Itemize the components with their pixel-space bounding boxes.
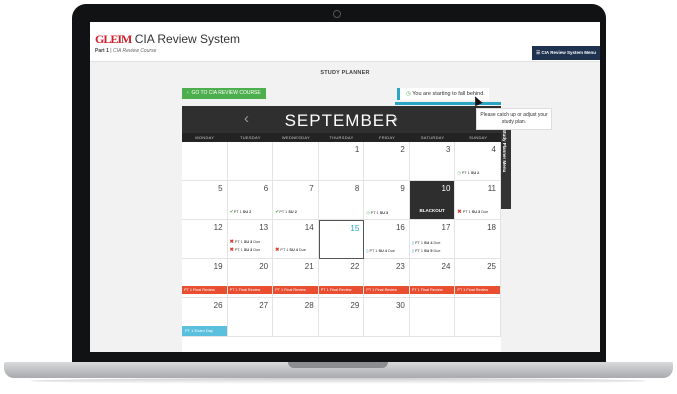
- x-icon: ✖: [457, 209, 462, 215]
- day-cell[interactable]: [182, 142, 228, 181]
- final-review-band[interactable]: PT 1 Final Review: [318, 286, 364, 294]
- day-cell[interactable]: 9 ◷ PT 1 SU 3: [364, 181, 410, 220]
- month-title: SEPTEMBER: [284, 111, 399, 130]
- calendar-grid: 1 2 3 4 ◷ PT 1 SU 2 5 6 ✔PT 1 SU 2 7 ✔PT…: [182, 142, 501, 337]
- day-cell[interactable]: 2: [364, 142, 410, 181]
- weekday-label: WEDNESDAY: [281, 135, 311, 140]
- final-review-band[interactable]: PT 1 Final Review: [455, 286, 500, 294]
- weekday-label: TUESDAY: [240, 135, 261, 140]
- document-icon: ▯: [411, 241, 414, 245]
- calendar-event[interactable]: ✔PT 1 SU 2: [275, 209, 297, 215]
- calendar-event[interactable]: ✖ PT 1 SU 3 Due: [230, 247, 261, 253]
- calendar-event[interactable]: ✖ PT 1 SU 3 Due: [457, 209, 488, 215]
- weekday-label: THURSDAY: [329, 135, 354, 140]
- study-planner-menu-tab[interactable]: Study Planner Menu: [501, 123, 511, 209]
- day-cell[interactable]: 24 PT 1 Final Review: [409, 259, 456, 298]
- weekday-label: SUNDAY: [469, 135, 488, 140]
- day-cell-blackout[interactable]: 10 BLACKOUT: [409, 181, 456, 220]
- gleim-logo: GLEIM: [95, 32, 132, 46]
- calendar-event[interactable]: ◷ PT 1 SU 3: [366, 210, 388, 215]
- next-month-button[interactable]: ›: [393, 110, 398, 127]
- review-system-menu-button[interactable]: ☰ CIA Review System Menu: [532, 46, 600, 60]
- clock-icon: ◷: [406, 91, 411, 97]
- weekday-label: MONDAY: [195, 135, 215, 140]
- calendar-event[interactable]: ▯ PT 1 SU 5 Due: [412, 248, 441, 253]
- final-review-band[interactable]: PT 1 Final Review: [182, 286, 227, 294]
- calendar-event[interactable]: ▯ PT 1 SU 4 Due: [412, 240, 441, 245]
- part-label: Part 1: [95, 48, 109, 54]
- calendar-event[interactable]: ✖ PT 1 SU 4 Due: [275, 247, 306, 253]
- day-cell[interactable]: 1: [318, 142, 365, 181]
- webcam: [333, 10, 341, 18]
- day-cell[interactable]: 6 ✔PT 1 SU 2: [227, 181, 274, 220]
- page-title: STUDY PLANNER: [320, 70, 370, 76]
- clock-icon: ◷: [366, 211, 370, 215]
- app-title: CIA Review System: [134, 32, 241, 46]
- day-cell[interactable]: 14 ✖ PT 1 SU 4 Due: [273, 220, 319, 259]
- calendar: ‹ SEPTEMBER › MONDAY TUESDAY WEDNESDAY T…: [182, 106, 501, 352]
- day-cell[interactable]: [409, 298, 456, 337]
- alert-tooltip: Please catch up or adjust your study pla…: [476, 108, 552, 130]
- document-icon: ▯: [411, 249, 414, 253]
- day-cell[interactable]: 23 PT 1 Final Review: [364, 259, 410, 298]
- x-icon: ✖: [229, 239, 234, 245]
- weekday-label: SATURDAY: [420, 135, 445, 140]
- go-to-course-button[interactable]: ‹ GO TO CIA REVIEW COURSE: [182, 88, 266, 99]
- laptop-shadow: [30, 378, 647, 384]
- x-icon: ✖: [229, 247, 234, 253]
- day-cell[interactable]: 7 ✔PT 1 SU 2: [273, 181, 319, 220]
- day-cell[interactable]: 27: [227, 298, 274, 337]
- day-cell[interactable]: 20 PT 1 Final Review: [227, 259, 274, 298]
- day-cell[interactable]: 29: [318, 298, 365, 337]
- day-cell[interactable]: 28: [273, 298, 319, 337]
- day-cell-today[interactable]: 15: [318, 220, 365, 259]
- calendar-event[interactable]: ▯ PT 1 SU 4 Due: [366, 248, 395, 253]
- day-cell[interactable]: [227, 142, 274, 181]
- final-review-band[interactable]: PT 1 Final Review: [409, 286, 455, 294]
- calendar-header: ‹ SEPTEMBER ›: [182, 106, 501, 133]
- screen: GLEIM CIA Review System Part 1 | CIA Rev…: [90, 22, 600, 352]
- day-cell[interactable]: 26 PT 1 Exam Day: [182, 298, 228, 337]
- day-cell[interactable]: 18: [455, 220, 501, 259]
- blackout-label: BLACKOUT: [419, 208, 445, 213]
- day-cell[interactable]: [455, 298, 501, 337]
- course-subtitle: Part 1 | CIA Review Course: [95, 48, 157, 54]
- day-cell[interactable]: 12: [182, 220, 228, 259]
- day-cell[interactable]: 4 ◷ PT 1 SU 2: [455, 142, 501, 181]
- laptop-base-notch: [288, 362, 388, 368]
- day-cell[interactable]: 13 ✖ PT 1 SU 3 Due ✖ PT 1 SU 3 Due: [227, 220, 274, 259]
- day-cell[interactable]: 19 PT 1 Final Review: [182, 259, 228, 298]
- day-cell[interactable]: 30: [364, 298, 410, 337]
- day-cell[interactable]: 3: [409, 142, 456, 181]
- course-label: CIA Review Course: [113, 48, 157, 54]
- weekday-label: FRIDAY: [378, 135, 396, 140]
- day-cell[interactable]: 11 ✖ PT 1 SU 3 Due: [455, 181, 501, 220]
- final-review-band[interactable]: PT 1 Final Review: [227, 286, 273, 294]
- brand[interactable]: GLEIM CIA Review System: [95, 32, 240, 47]
- day-cell[interactable]: 17 ▯ PT 1 SU 4 Due ▯ PT 1 SU 5 Due: [409, 220, 456, 259]
- day-cell[interactable]: 16 ▯ PT 1 SU 4 Due: [364, 220, 410, 259]
- day-cell[interactable]: 5: [182, 181, 228, 220]
- weekday-header: MONDAY TUESDAY WEDNESDAY THURSDAY FRIDAY…: [182, 133, 501, 142]
- day-cell[interactable]: 21 PT 1 Final Review: [273, 259, 319, 298]
- calendar-accent-bar: [395, 102, 501, 105]
- final-review-band[interactable]: PT 1 Final Review: [273, 286, 318, 294]
- day-cell[interactable]: 22 PT 1 Final Review: [318, 259, 365, 298]
- day-cell[interactable]: [273, 142, 319, 181]
- final-review-band[interactable]: PT 1 Final Review: [364, 286, 409, 294]
- top-bar: GLEIM CIA Review System Part 1 | CIA Rev…: [90, 22, 600, 62]
- hamburger-icon: ☰: [536, 50, 541, 55]
- exam-day-band[interactable]: PT 1 Exam Day: [182, 326, 227, 336]
- calendar-event[interactable]: ✔PT 1 SU 2: [230, 209, 252, 215]
- day-cell[interactable]: 25 PT 1 Final Review: [455, 259, 501, 298]
- laptop-frame: GLEIM CIA Review System Part 1 | CIA Rev…: [0, 0, 677, 394]
- clock-icon: ◷: [457, 171, 461, 175]
- day-cell[interactable]: 8: [318, 181, 365, 220]
- calendar-event[interactable]: ✖ PT 1 SU 3 Due: [230, 239, 261, 245]
- chevron-left-icon: ‹: [187, 90, 191, 96]
- calendar-event[interactable]: ◷ PT 1 SU 2: [457, 170, 479, 175]
- x-icon: ✖: [275, 247, 280, 253]
